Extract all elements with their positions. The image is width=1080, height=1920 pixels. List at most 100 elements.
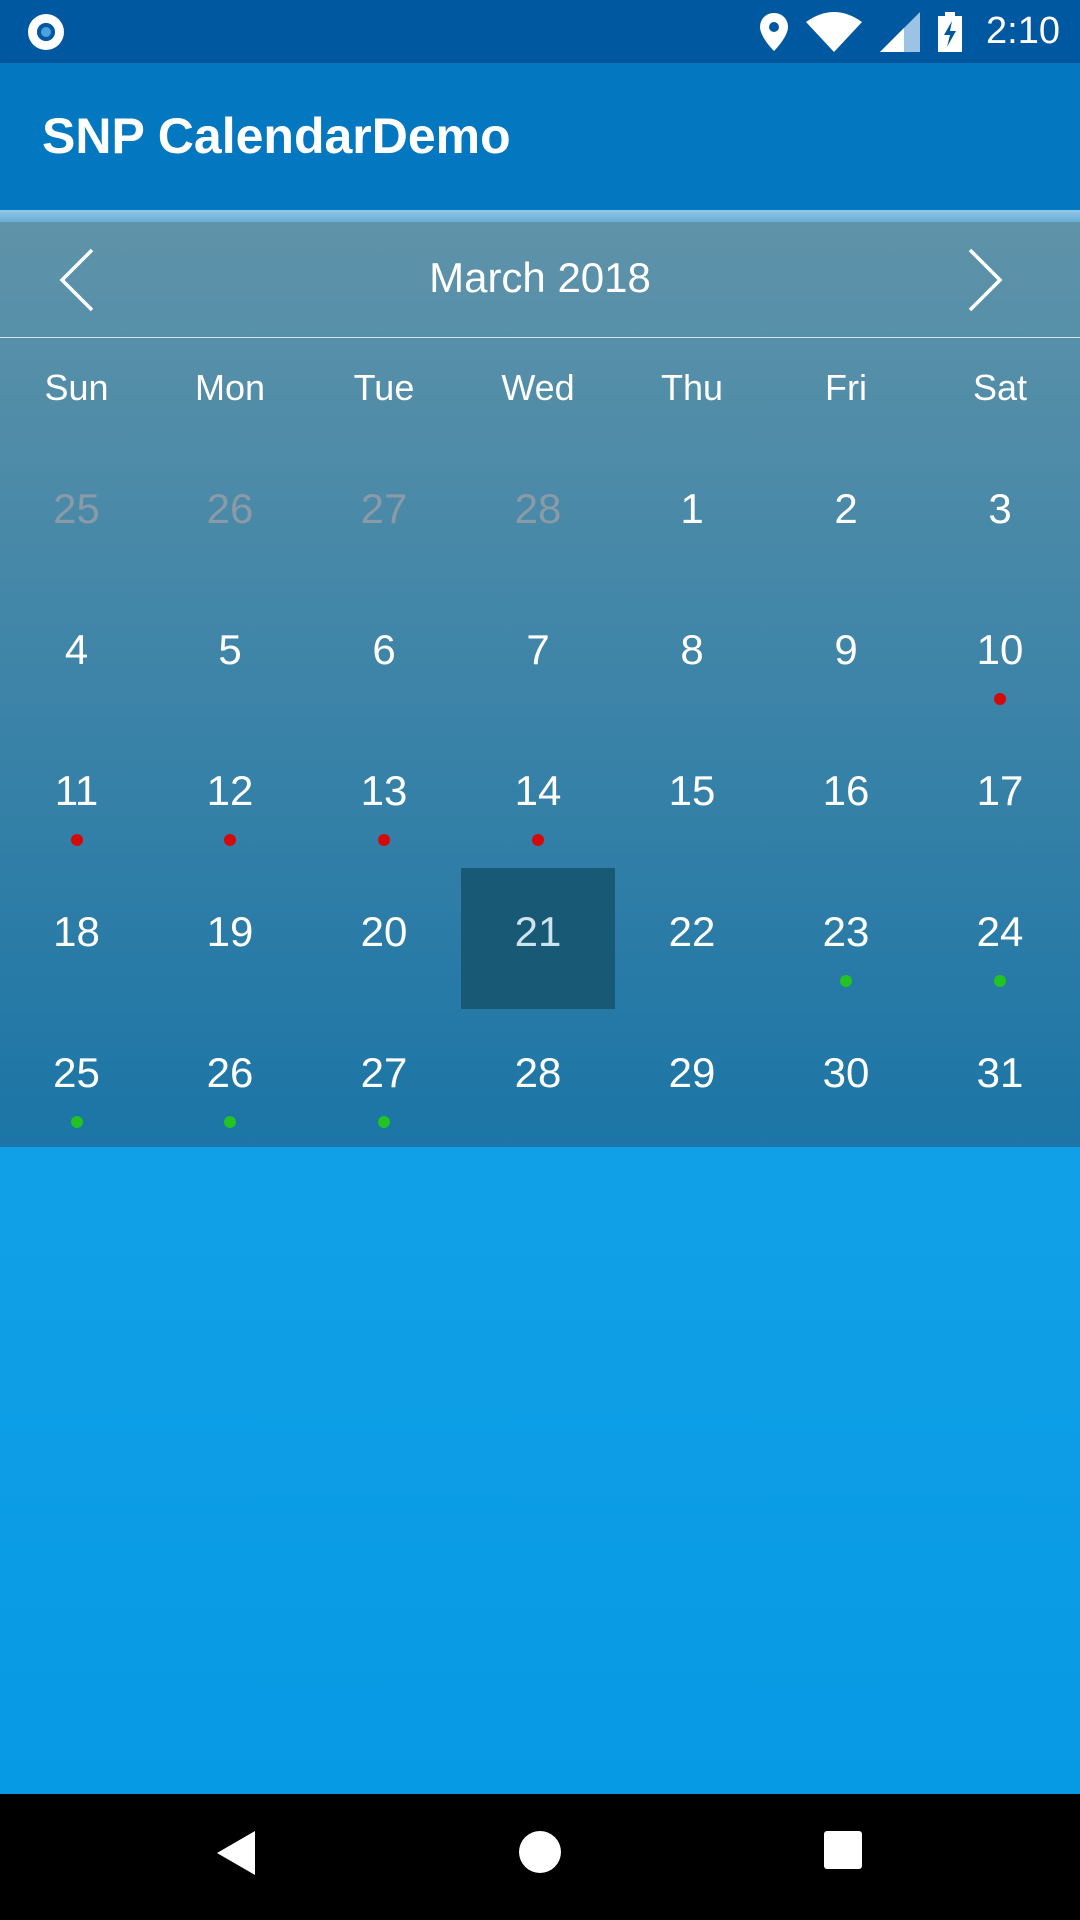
event-dot-green bbox=[994, 975, 1006, 987]
day-number: 4 bbox=[64, 626, 89, 673]
event-dot-green bbox=[70, 1116, 83, 1128]
calendar-day[interactable]: 26 bbox=[153, 445, 307, 586]
calendar-header: March 2018 bbox=[0, 222, 1080, 338]
calendar-day[interactable]: 15 bbox=[615, 727, 769, 868]
calendar-day[interactable]: 18 bbox=[0, 868, 153, 1009]
month-title: March 2018 bbox=[429, 254, 651, 301]
day-number: 31 bbox=[976, 1049, 1024, 1096]
battery-charging-icon bbox=[938, 11, 963, 52]
calendar-day[interactable]: 3 bbox=[923, 445, 1077, 586]
calendar-day[interactable]: 27 bbox=[307, 1009, 461, 1150]
day-number: 10 bbox=[976, 626, 1024, 673]
next-month-button[interactable] bbox=[966, 248, 1026, 312]
status-icons: 2:10 bbox=[760, 0, 1060, 63]
calendar-day[interactable]: 28 bbox=[461, 445, 615, 586]
app-bar-shadow bbox=[0, 210, 1080, 222]
day-number: 9 bbox=[834, 626, 858, 673]
event-dot-red bbox=[224, 834, 236, 846]
calendar-day[interactable]: 1 bbox=[615, 445, 769, 586]
calendar-day[interactable]: 6 bbox=[307, 586, 461, 727]
day-number: 15 bbox=[668, 767, 716, 814]
calendar-day[interactable]: 22 bbox=[615, 868, 769, 1009]
calendar-day[interactable]: 11 bbox=[0, 727, 153, 868]
day-number: 14 bbox=[514, 767, 562, 814]
weekday-label: Wed bbox=[501, 367, 575, 408]
calendar-day[interactable]: 12 bbox=[153, 727, 307, 868]
day-number: 6 bbox=[372, 626, 396, 673]
calendar-day[interactable]: 25 bbox=[0, 445, 153, 586]
day-number: 1 bbox=[680, 485, 704, 532]
day-number: 11 bbox=[54, 767, 99, 814]
day-number: 8 bbox=[680, 626, 704, 673]
calendar-week-row: 25 26 27 28 1 2 3 bbox=[0, 445, 1080, 586]
event-dot-red bbox=[994, 693, 1006, 705]
calendar-day[interactable]: 16 bbox=[769, 727, 923, 868]
recents-icon[interactable] bbox=[822, 1829, 864, 1871]
calendar-day[interactable]: 25 bbox=[0, 1009, 153, 1150]
weekday-label: Tue bbox=[353, 367, 415, 408]
day-number: 27 bbox=[360, 1049, 408, 1096]
calendar-day[interactable]: 24 bbox=[923, 868, 1077, 1009]
event-dot-red bbox=[378, 834, 390, 846]
app-bar: SNP CalendarDemo bbox=[0, 63, 1080, 210]
weekday-label: Fri bbox=[825, 367, 867, 408]
back-icon[interactable] bbox=[215, 1829, 257, 1877]
weekday-header: Sun Mon Tue Wed Thu Fri Sat bbox=[0, 367, 1080, 417]
calendar-day[interactable]: 14 bbox=[461, 727, 615, 868]
calendar-day[interactable]: 13 bbox=[307, 727, 461, 868]
wifi-icon bbox=[806, 11, 863, 52]
day-number: 23 bbox=[822, 908, 870, 955]
day-number: 18 bbox=[53, 908, 100, 955]
day-number: 12 bbox=[206, 767, 254, 814]
calendar-day[interactable]: 4 bbox=[0, 586, 153, 727]
calendar-day[interactable]: 20 bbox=[307, 868, 461, 1009]
event-dot-green bbox=[378, 1116, 390, 1128]
status-bar: 2:10 bbox=[0, 0, 1080, 63]
day-number: 28 bbox=[514, 485, 562, 532]
event-dot-red bbox=[70, 834, 83, 846]
day-number: 5 bbox=[218, 626, 242, 673]
day-number: 7 bbox=[526, 626, 550, 673]
app-notification-icon bbox=[28, 14, 64, 50]
day-number: 16 bbox=[822, 767, 870, 814]
calendar-day[interactable]: 30 bbox=[769, 1009, 923, 1150]
weekday-label: Thu bbox=[660, 367, 724, 408]
day-number: 13 bbox=[360, 767, 408, 814]
calendar-day[interactable]: 31 bbox=[923, 1009, 1077, 1150]
calendar-day[interactable]: 2 bbox=[769, 445, 923, 586]
calendar-day-selected[interactable]: 21 bbox=[461, 868, 615, 1009]
calendar-week-row: 18 19 20 21 22 23 24 bbox=[0, 868, 1080, 1009]
calendar-day[interactable]: 23 bbox=[769, 868, 923, 1009]
day-number: 28 bbox=[514, 1049, 562, 1096]
calendar-grid: 25 26 27 28 1 2 3 4 5 6 7 8 9 10 11 12 13 14 15 16 17 18 19 20 2… bbox=[0, 445, 1080, 1150]
calendar-day[interactable]: 10 bbox=[923, 586, 1077, 727]
home-icon[interactable] bbox=[517, 1829, 563, 1875]
calendar-day[interactable]: 29 bbox=[615, 1009, 769, 1150]
day-number: 26 bbox=[206, 485, 254, 532]
day-number: 17 bbox=[976, 767, 1024, 814]
clock: 2:10 bbox=[986, 10, 1060, 52]
event-dot-green bbox=[840, 975, 852, 987]
system-nav-bar bbox=[0, 1794, 1080, 1920]
day-number: 25 bbox=[53, 1049, 100, 1096]
day-number: 2 bbox=[834, 485, 858, 532]
calendar-day[interactable]: 28 bbox=[461, 1009, 615, 1150]
day-number: 21 bbox=[514, 908, 562, 955]
day-number: 26 bbox=[206, 1049, 254, 1096]
calendar-day[interactable]: 8 bbox=[615, 586, 769, 727]
calendar-day[interactable]: 5 bbox=[153, 586, 307, 727]
event-dot-green bbox=[224, 1116, 236, 1128]
location-icon bbox=[760, 12, 789, 51]
calendar-day[interactable]: 17 bbox=[923, 727, 1077, 868]
calendar-day[interactable]: 9 bbox=[769, 586, 923, 727]
day-number: 24 bbox=[976, 908, 1024, 955]
calendar-day[interactable]: 26 bbox=[153, 1009, 307, 1150]
weekday-label: Mon bbox=[194, 367, 266, 408]
calendar-week-row: 25 26 27 28 29 30 31 bbox=[0, 1009, 1080, 1150]
calendar-day[interactable]: 19 bbox=[153, 868, 307, 1009]
day-number: 27 bbox=[360, 485, 408, 532]
day-number: 20 bbox=[360, 908, 408, 955]
calendar-day[interactable]: 7 bbox=[461, 586, 615, 727]
calendar-day[interactable]: 27 bbox=[307, 445, 461, 586]
event-dot-red bbox=[532, 834, 544, 846]
